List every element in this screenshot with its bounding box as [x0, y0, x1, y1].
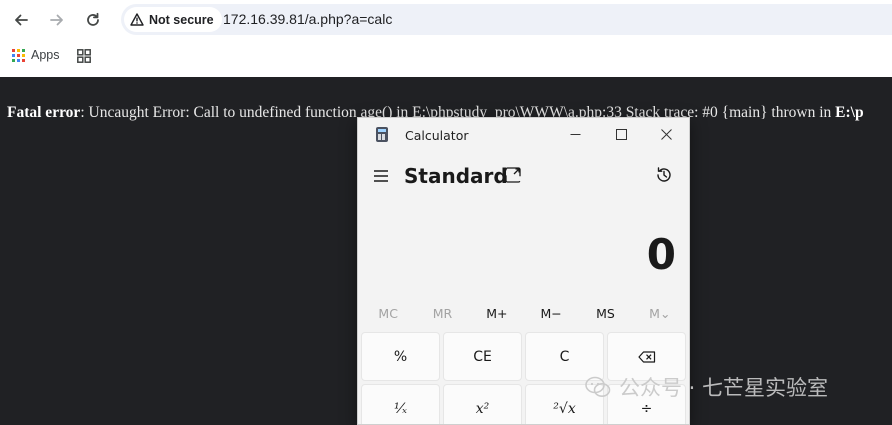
error-path: E:\p: [835, 104, 864, 121]
minimize-icon: [570, 133, 580, 135]
watermark: 公众号 · 七芒星实验室: [585, 372, 828, 402]
bookmark-apps-label: Apps: [31, 48, 60, 62]
clear-entry-key[interactable]: CE: [443, 332, 522, 381]
memory-clear-button[interactable]: MC: [361, 302, 415, 326]
close-icon: [660, 128, 672, 140]
maximize-button[interactable]: [609, 124, 633, 144]
minimize-button[interactable]: [563, 124, 587, 144]
bookmark-apps[interactable]: Apps: [12, 48, 60, 62]
reload-button[interactable]: [81, 8, 105, 32]
bookmarks-bar: Apps: [0, 42, 892, 70]
keep-on-top-icon: [505, 167, 521, 183]
memory-recall-button[interactable]: MR: [415, 302, 469, 326]
history-icon: [657, 167, 671, 182]
backspace-icon: [637, 350, 655, 363]
keep-on-top-button[interactable]: [504, 166, 524, 186]
grid-icon: [77, 49, 91, 63]
reload-icon: [87, 12, 99, 26]
calculator-app-icon: [376, 127, 388, 142]
arrow-left-icon: [15, 14, 28, 26]
arrow-right-icon: [50, 14, 63, 26]
apps-grid-icon: [12, 48, 25, 62]
url-text[interactable]: 172.16.39.81/a.php?a=calc: [223, 11, 392, 27]
square-key[interactable]: x²: [443, 384, 522, 424]
mode-title: Standard: [404, 164, 508, 188]
browser-chrome: Not secure 172.16.39.81/a.php?a=calc App…: [0, 0, 892, 77]
result-display: 0: [646, 230, 676, 279]
wechat-icon: [585, 376, 611, 397]
close-button[interactable]: [654, 124, 678, 144]
back-button[interactable]: [9, 8, 33, 32]
error-label: Fatal error: [7, 104, 81, 121]
history-button[interactable]: [654, 165, 676, 187]
window-title: Calculator: [405, 128, 469, 143]
memory-row: MC MR M+ M− MS M⌄: [361, 302, 687, 326]
warning-icon: [130, 13, 144, 26]
forward-button[interactable]: [45, 8, 69, 32]
memory-list-button[interactable]: M⌄: [633, 302, 687, 326]
maximize-icon: [615, 128, 627, 140]
security-chip[interactable]: Not secure: [124, 7, 222, 32]
memory-add-button[interactable]: M+: [470, 302, 524, 326]
reciprocal-key[interactable]: ¹⁄ₓ: [361, 384, 440, 424]
security-label: Not secure: [149, 12, 214, 27]
memory-subtract-button[interactable]: M−: [524, 302, 578, 326]
nav-menu-button[interactable]: [372, 167, 392, 185]
tab-groups-button[interactable]: [77, 49, 91, 68]
calculator-header: Standard: [358, 156, 689, 196]
watermark-text: 公众号 · 七芒星实验室: [619, 376, 829, 400]
percent-key[interactable]: %: [361, 332, 440, 381]
address-bar[interactable]: Not secure 172.16.39.81/a.php?a=calc: [121, 4, 892, 35]
hamburger-icon: [374, 170, 388, 182]
calculator-titlebar[interactable]: Calculator: [358, 118, 689, 152]
memory-store-button[interactable]: MS: [578, 302, 632, 326]
